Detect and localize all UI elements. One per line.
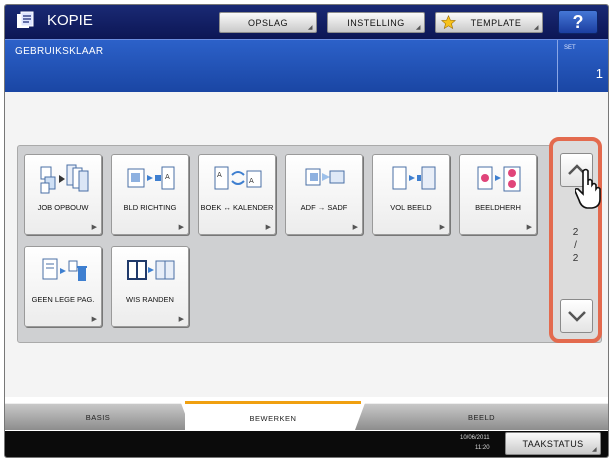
corner-arrow-icon: ◢ [591,447,597,453]
blank-page-skip-icon [42,258,87,281]
top-bar: KOPIE OPSLAG ◢ INSTELLING ◢ TEMPLATE ◢ ? [5,5,608,39]
copier-icon [17,11,34,28]
bld-richting-button[interactable]: A BLD RICHTING ▶ [111,154,189,235]
adf-sadf-icon [305,168,345,186]
opslag-button-label: OPSLAG [247,17,288,28]
vol-beeld-button[interactable]: VOL BEELD ▶ [372,154,450,235]
tab-bewerken[interactable]: BEWERKEN [185,401,361,432]
tab-basis[interactable]: BASIS [5,403,191,430]
full-image-icon [392,166,436,190]
corner-arrow-icon: ▶ [91,224,97,231]
copier-screen: KOPIE OPSLAG ◢ INSTELLING ◢ TEMPLATE ◢ ?… [4,4,609,458]
date-time: 10/06/2011 11:20 [460,433,490,453]
corner-arrow-icon: ▶ [352,224,358,231]
boek-kalender-button[interactable]: A A BOEK ↔ KALENDER ▶ [198,154,276,235]
job-status-label: TAAKSTATUS [522,438,584,449]
function-panel: JOB OPBOUW ▶ A BLD RICHTING ▶ A A BOEK ↔… [17,145,602,343]
page-scroll-control: 2 / 2 [549,137,602,343]
bld-richting-label: BLD RICHTING [123,203,177,212]
book-calendar-icon: A A [214,166,262,190]
wis-randen-label: WIS RANDEN [126,295,174,304]
set-value: 1 [595,66,603,81]
instelling-button[interactable]: INSTELLING ◢ [327,12,425,33]
set-counter: SET 1 [557,40,608,92]
geen-lege-pag-label: GEEN LEGE PAG. [31,295,95,304]
svg-text:A: A [165,173,170,181]
corner-arrow-icon: ▶ [439,224,445,231]
tab-beeld[interactable]: BEELD [355,403,608,430]
opslag-button[interactable]: OPSLAG ◢ [219,12,317,33]
status-bar: GEBRUIKSKLAAR SET 1 [5,39,608,92]
corner-arrow-icon: ▶ [178,224,184,231]
tab-beeld-label: BEELD [467,412,496,422]
edge-erase-icon [127,260,175,280]
boek-kalender-label: BOEK ↔ KALENDER [200,203,274,212]
job-build-icon [40,164,89,194]
corner-arrow-icon: ◢ [533,25,539,31]
corner-arrow-icon: ◢ [415,25,421,31]
time-text: 11:20 [475,445,490,451]
instelling-button-label: INSTELLING [347,17,405,28]
beeldherh-label: BEELDHERH [475,203,521,212]
page-current: 2 [572,227,579,238]
job-opbouw-label: JOB OPBOUW [37,203,89,212]
geen-lege-pag-button[interactable]: GEEN LEGE PAG. ▶ [24,246,102,327]
adf-sadf-button[interactable]: ADF → SADF ▶ [285,154,363,235]
corner-arrow-icon: ▶ [178,316,184,323]
image-direction-icon: A [127,166,175,190]
corner-arrow-icon: ▶ [91,316,97,323]
tab-basis-label: BASIS [85,412,111,422]
page-separator: / [574,240,577,251]
corner-arrow-icon: ▶ [265,224,271,231]
hand-pointer-icon [575,168,601,209]
adf-sadf-label: ADF → SADF [300,203,348,212]
date-text: 10/06/2011 [460,435,490,441]
template-button-label: TEMPLATE [470,17,522,28]
app-title: KOPIE [47,12,93,29]
footer-bar: 10/06/2011 11:20 TAAKSTATUS ◢ [5,431,608,457]
svg-text:A: A [249,177,254,185]
corner-arrow-icon: ▶ [526,224,532,231]
svg-text:A: A [217,171,222,179]
scroll-down-button[interactable] [560,299,593,333]
image-repeat-icon [477,166,521,192]
set-label: SET [564,45,576,51]
mode-tabs: BASIS BEWERKEN BEELD [5,397,608,432]
template-button[interactable]: TEMPLATE ◢ [435,12,543,33]
star-icon [441,15,456,30]
page-total: 2 [572,253,579,264]
wis-randen-button[interactable]: WIS RANDEN ▶ [111,246,189,327]
vol-beeld-label: VOL BEELD [390,203,432,212]
help-button[interactable]: ? [558,10,598,34]
beeldherh-button[interactable]: BEELDHERH ▶ [459,154,537,235]
job-status-button[interactable]: TAAKSTATUS ◢ [505,432,601,455]
corner-arrow-icon: ◢ [307,25,313,31]
job-opbouw-button[interactable]: JOB OPBOUW ▶ [24,154,102,235]
tab-bewerken-label: BEWERKEN [249,413,297,423]
status-message: GEBRUIKSKLAAR [15,46,104,57]
chevron-down-icon [567,311,586,322]
